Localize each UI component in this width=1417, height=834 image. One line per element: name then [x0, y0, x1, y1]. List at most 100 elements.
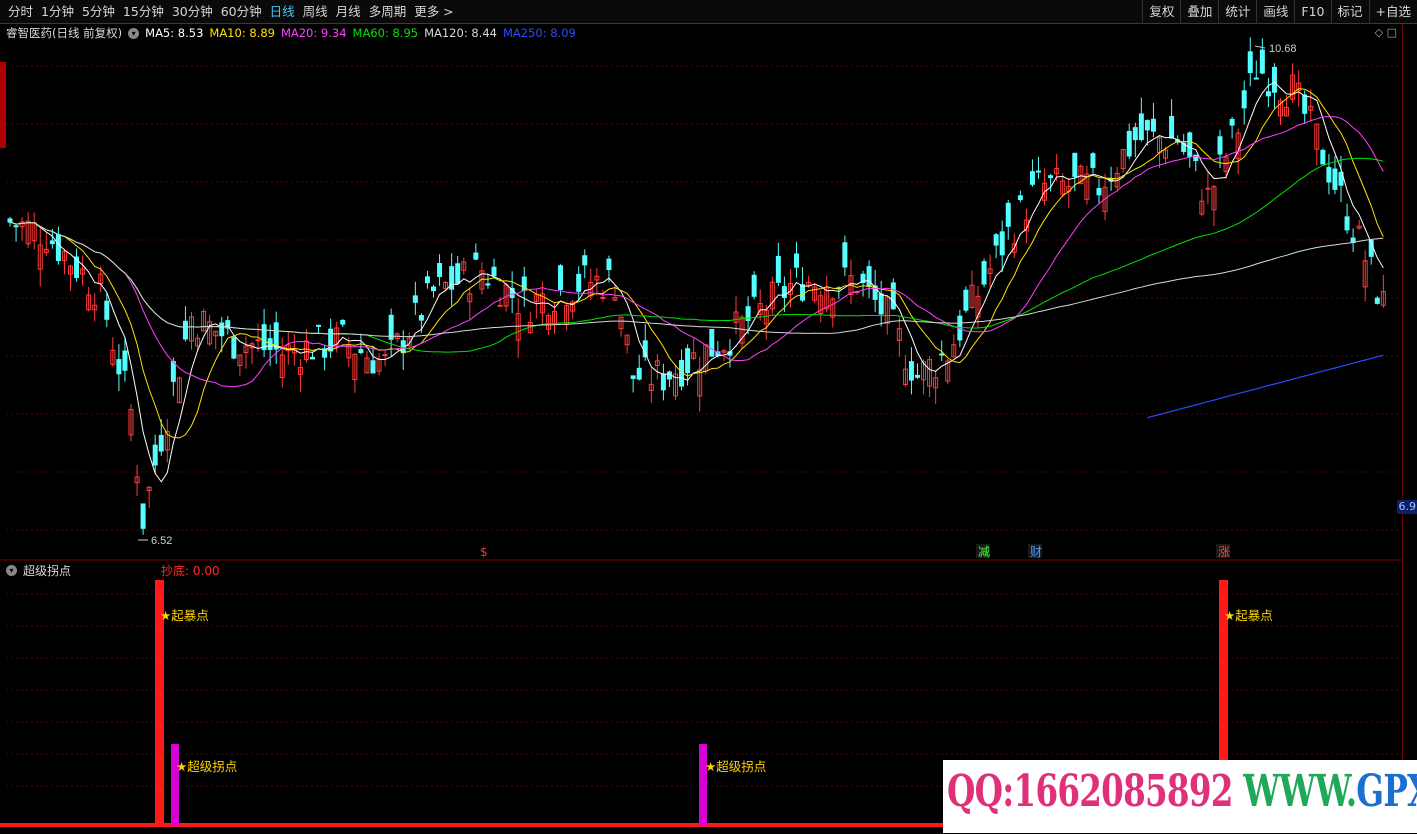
candle-body: [1242, 91, 1246, 108]
period-tab-6[interactable]: 日线: [266, 0, 299, 24]
candle-body: [1151, 119, 1155, 131]
indicator-value: 抄底: 0.00: [161, 562, 220, 579]
period-tab-9[interactable]: 多周期: [365, 0, 411, 24]
candle-body: [801, 285, 805, 300]
watermark-qq: QQ:1662085892: [947, 766, 1233, 817]
candle-body: [389, 315, 393, 339]
candle-body: [419, 316, 423, 321]
candle-body: [1000, 232, 1004, 255]
period-tab-7[interactable]: 周线: [299, 0, 332, 24]
candle-body: [159, 435, 163, 451]
candle-body: [1345, 217, 1349, 230]
candle-body: [1218, 137, 1222, 154]
candle-body: [1133, 128, 1137, 140]
candle-body: [752, 275, 756, 296]
candle-body: [1272, 67, 1276, 92]
candle-body: [220, 323, 224, 336]
event-mark-3: 涨: [1218, 544, 1230, 559]
candle-body: [982, 262, 986, 284]
kline-chart[interactable]: 10.686.52$减财涨: [0, 24, 1402, 834]
candle-body: [317, 325, 321, 326]
indicator-dropdown-icon[interactable]: ▾: [6, 565, 17, 576]
watermark-domain: GPXXZ1.COM: [1356, 766, 1417, 817]
candle-body: [1145, 121, 1149, 130]
period-tab-10[interactable]: 更多 >: [410, 0, 457, 24]
candle-body: [14, 226, 18, 227]
candle-body: [498, 305, 502, 306]
candle-body: [1254, 78, 1258, 79]
period-tab-1[interactable]: 1分钟: [37, 0, 78, 24]
candle-body: [117, 360, 121, 374]
candle-body: [474, 253, 478, 259]
period-tab-5[interactable]: 60分钟: [217, 0, 266, 24]
candle-body: [1018, 196, 1022, 200]
toolbar-button-5[interactable]: 标记: [1331, 0, 1369, 24]
period-tab-8[interactable]: 月线: [332, 0, 365, 24]
period-tab-0[interactable]: 分时: [4, 0, 37, 24]
candle-body: [867, 267, 871, 287]
candle-body: [456, 264, 460, 283]
toolbar-button-0[interactable]: 复权: [1142, 0, 1180, 24]
period-toolbar: 分时1分钟5分钟15分钟30分钟60分钟日线周线月线多周期更多 > 复权叠加统计…: [0, 0, 1417, 24]
candle-body: [359, 350, 363, 353]
candle-body: [256, 340, 260, 341]
candle-body: [1266, 92, 1270, 96]
candle-body: [1248, 52, 1252, 73]
period-tabs: 分时1分钟5分钟15分钟30分钟60分钟日线周线月线多周期更多 >: [4, 0, 458, 24]
candle-body: [1303, 95, 1307, 113]
candle-body: [1188, 133, 1192, 156]
candle-body: [1037, 171, 1041, 172]
right-price-axis: 6.9: [1402, 24, 1417, 826]
low-marker: 6.52: [151, 535, 172, 547]
candle-body: [1333, 169, 1337, 189]
candle-body: [1321, 150, 1325, 164]
toolbar-button-3[interactable]: 画线: [1256, 0, 1294, 24]
candle-body: [1049, 176, 1053, 178]
toolbar-right-buttons: 复权叠加统计画线F10标记+自选: [1142, 0, 1417, 24]
candle-body: [413, 296, 417, 302]
candle-body: [371, 361, 375, 373]
watermark-banner: QQ:1662085892 WWW.GPXXZ1.COM: [943, 760, 1417, 833]
toolbar-button-2[interactable]: 统计: [1218, 0, 1256, 24]
watermark-www: WWW.: [1243, 766, 1356, 817]
candle-body: [577, 274, 581, 291]
ma60-line: [10, 158, 1383, 352]
candle-body: [637, 368, 641, 379]
candle-body: [710, 330, 714, 357]
candle-body: [105, 301, 109, 319]
candle-body: [383, 355, 387, 356]
turning-label-1: ★超级拐点: [176, 756, 237, 775]
indicator-name: 超级拐点: [23, 562, 71, 579]
candle-body: [1097, 188, 1101, 194]
candle-body: [795, 254, 799, 267]
candle-body: [940, 354, 944, 355]
candle-body: [879, 294, 883, 314]
toolbar-button-4[interactable]: F10: [1294, 0, 1330, 24]
candle-body: [432, 287, 436, 291]
candle-body: [782, 287, 786, 298]
candle-body: [1073, 153, 1077, 176]
candle-body: [661, 374, 665, 390]
candle-body: [56, 235, 60, 261]
event-mark-2: 财: [1030, 545, 1042, 559]
candle-body: [486, 284, 490, 285]
candle-body: [1091, 154, 1095, 168]
turning-label-2: ★超级拐点: [705, 756, 766, 775]
candle-body: [559, 266, 563, 290]
high-marker-line: [1255, 46, 1265, 48]
toolbar-button-1[interactable]: 叠加: [1180, 0, 1218, 24]
candle-body: [964, 290, 968, 310]
period-tab-4[interactable]: 30分钟: [168, 0, 217, 24]
axis-price-tag: 6.9: [1397, 500, 1417, 514]
period-tab-3[interactable]: 15分钟: [119, 0, 168, 24]
toolbar-button-6[interactable]: +自选: [1369, 0, 1417, 24]
candle-body: [438, 263, 442, 276]
candle-body: [601, 297, 605, 298]
period-tab-2[interactable]: 5分钟: [78, 0, 119, 24]
candle-body: [631, 376, 635, 379]
candle-body: [776, 256, 780, 282]
event-mark-0: $: [480, 545, 488, 559]
candle-body: [123, 351, 127, 370]
candle-body: [425, 277, 429, 283]
candle-body: [232, 338, 236, 358]
